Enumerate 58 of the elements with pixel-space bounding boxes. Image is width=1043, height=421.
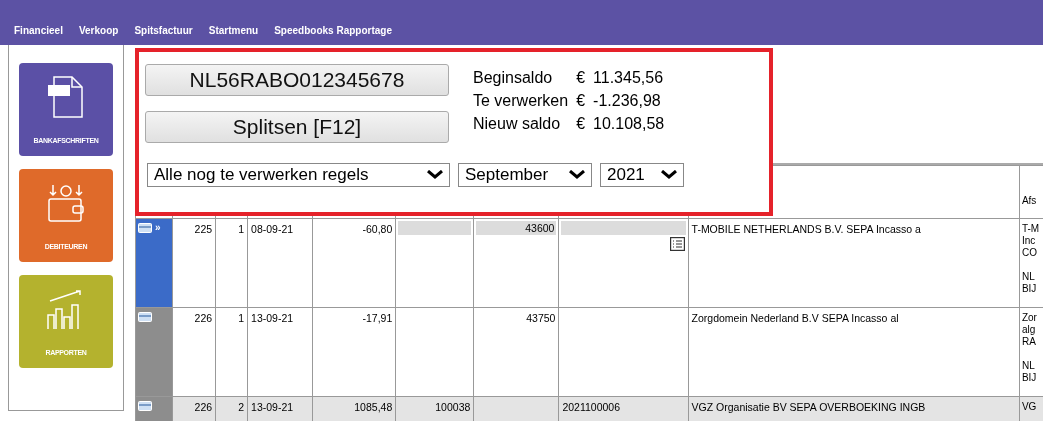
input-field[interactable] <box>561 221 686 235</box>
currency-sign: € <box>576 114 586 134</box>
currency-sign: € <box>576 68 586 88</box>
dropdown[interactable]: September <box>458 163 592 187</box>
table-cell: Zor alg RA NL BIJ <box>1021 312 1037 383</box>
table-cell: Zorgdomein Nederland B.V SEPA Incasso al <box>691 312 899 324</box>
balance-amount: -1.236,98 <box>593 91 662 111</box>
table-cell: 225 <box>194 223 213 235</box>
currency-sign: € <box>576 91 586 111</box>
table-cell: 1085,48 <box>354 401 393 413</box>
table-row[interactable]: 226 1 13-09-21 -17,91 43750 Zorgdomein Nederland B.V SEPA Incasso al Zor alg RA NL BIJ <box>135 307 1043 397</box>
table-cell: T-MOBILE NETHERLANDS B.V. SEPA Incasso a <box>691 223 921 235</box>
balance-label: Te verwerken <box>473 91 569 111</box>
account-button[interactable]: NL56RABO012345678 <box>145 64 449 96</box>
table-cell: -17,91 <box>362 312 393 324</box>
card-icon <box>138 312 152 324</box>
chevron-down-icon <box>569 170 585 180</box>
row-marker[interactable] <box>135 307 173 397</box>
menu-item[interactable]: Speedbooks Rapportage <box>274 25 392 36</box>
balance-amount: 11.345,56 <box>593 68 665 88</box>
column-header[interactable]: Afs <box>1021 195 1037 206</box>
table-cell: 226 <box>194 312 213 324</box>
dropdown[interactable]: 2021 <box>600 163 684 187</box>
table-row[interactable]: » 225 1 08-09-21 -60,80 43600 T-MOBILE NETHERLANDS B.V. SEPA Incasso a T-M Inc CO NL BIJ <box>135 218 1043 308</box>
card-icon <box>138 223 152 235</box>
row-marker[interactable]: » <box>135 218 173 308</box>
list-icon[interactable] <box>669 237 685 251</box>
card-icon <box>138 401 152 413</box>
menu-item[interactable]: Financieel <box>14 25 63 36</box>
input-field[interactable] <box>398 221 472 235</box>
table-cell: 226 <box>194 401 213 413</box>
table-cell: 13-09-21 <box>251 312 294 324</box>
chevron-down-icon <box>661 170 677 180</box>
table-cell: 43750 <box>526 312 556 324</box>
table-cell: 08-09-21 <box>251 223 294 235</box>
dropdown[interactable]: Alle nog te verwerken regels <box>147 163 450 187</box>
table-cell: 100038 <box>435 401 471 413</box>
document-icon <box>46 75 86 119</box>
table-cell: VG <box>1021 401 1037 412</box>
table-row[interactable]: 226 2 13-09-21 1085,48 100038 2021100006 VGZ Organisatie BV SEPA OVERBOEKING INGB VG <box>135 396 1043 421</box>
table-cell: 1 <box>238 312 245 324</box>
balance-amount: 10.108,58 <box>593 114 665 134</box>
balance-label: Beginsaldo <box>473 68 554 88</box>
table-cell: 13-09-21 <box>251 401 294 413</box>
menu-item[interactable]: Spitsfactuur <box>134 25 193 36</box>
expand-marker: » <box>155 223 161 233</box>
table-cell: 1 <box>238 223 245 235</box>
menu-item[interactable]: Verkoop <box>78 25 119 36</box>
table-cell: VGZ Organisatie BV SEPA OVERBOEKING INGB <box>691 401 926 413</box>
table-cell: T-M Inc CO NL BIJ <box>1021 223 1040 294</box>
input-field[interactable]: 43600 <box>476 221 557 235</box>
chevron-down-icon <box>427 170 443 180</box>
menu-item[interactable]: Startmenu <box>208 25 259 36</box>
table-cell: 2021100006 <box>562 401 621 413</box>
balance-label: Nieuw saldo <box>473 114 562 134</box>
table-cell: 2 <box>238 401 245 413</box>
split-button[interactable]: Splitsen [F12] <box>145 111 449 143</box>
table-cell: -60,80 <box>362 223 393 235</box>
